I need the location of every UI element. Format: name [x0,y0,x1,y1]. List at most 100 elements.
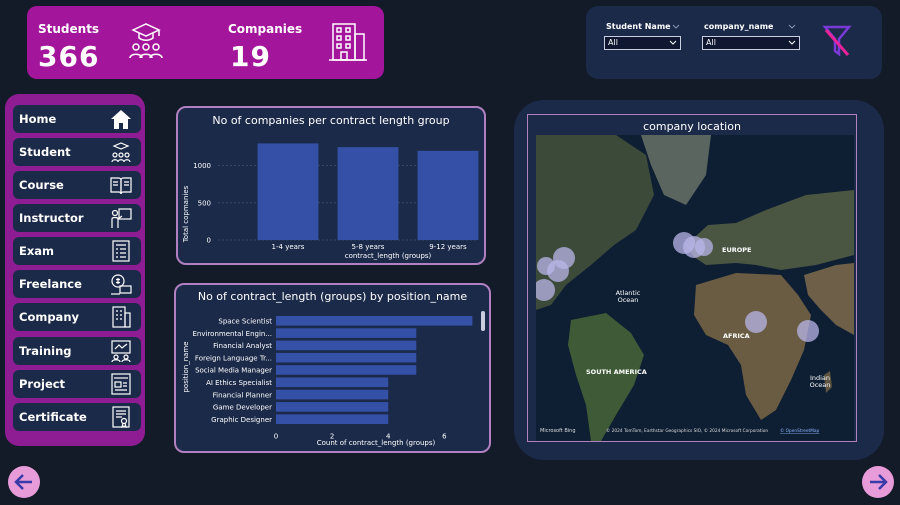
nav-item-home[interactable]: Home [13,105,141,133]
location-bubble[interactable] [745,311,767,333]
instructor-icon [111,208,132,228]
nav-item-instructor[interactable]: Instructor [13,204,141,232]
bar[interactable] [276,316,473,326]
company-name-filter-label: company_name [704,22,774,31]
y-tick-label: Space Scientist [218,318,272,326]
bar[interactable] [337,147,399,240]
y-tick-label: Social Media Manager [195,367,272,375]
nav-item-company[interactable]: Company [13,303,141,331]
nav-item-certificate[interactable]: Certificate [13,403,141,431]
bar[interactable] [276,340,417,351]
kpi-card: Students 366 Companies 19 [27,6,384,79]
bar[interactable] [276,365,417,375]
nav-item-student[interactable]: Student [13,138,141,166]
project-icon [111,373,131,395]
nav-item-label: Company [19,310,79,324]
y-tick-label: Financial Analyst [213,342,272,350]
building-icon [112,306,131,328]
training-icon [111,340,131,363]
map-card: company location EUROPE Atlantic Ocean A… [514,100,884,460]
bar[interactable] [276,352,417,363]
nav-item-freelance[interactable]: Freelance [13,270,141,298]
map-label-south-america: SOUTH AMERICA [586,368,647,376]
chevron-down-icon [788,24,796,29]
y-tick-label: Environmental Engin... [192,330,272,338]
companies-label: Companies [228,22,303,36]
nav-item-training[interactable]: Training [13,337,141,365]
bar[interactable] [276,414,389,424]
bar[interactable] [276,402,389,412]
location-bubble[interactable] [695,238,713,256]
student-icon [111,142,131,163]
x-axis-label: contract_length (groups) [345,252,432,260]
bar[interactable] [417,150,479,240]
filter-card: Student Name All company_name All [586,6,882,79]
student-name-filter-label: Student Name [606,22,671,31]
student-name-select[interactable]: All [604,36,681,50]
nav-item-label: Project [19,377,66,391]
x-axis-label: Count of contract_length (groups) [317,439,436,447]
nav-item-label: Instructor [19,211,84,225]
y-tick-label: 1000 [193,162,211,170]
x-tick-label: 9-12 years [429,243,467,251]
location-bubble[interactable] [797,320,819,342]
freelance-icon [111,274,132,295]
map-label-indian-ocean: Ocean [810,381,831,389]
nav-item-exam[interactable]: Exam [13,237,141,265]
x-tick-label: 1-4 years [272,243,305,251]
map-label-africa: AFRICA [723,332,750,340]
y-axis-label: position_name [182,341,190,392]
world-map[interactable]: EUROPE Atlantic Ocean AFRICA SOUTH AMERI… [536,135,854,441]
building-icon [329,23,367,61]
nav-item-label: Exam [19,244,55,258]
nav-item-label: Home [19,112,57,126]
x-tick-label: 6 [442,433,447,441]
sidebar-nav: Home Student Course Instructor Exam Free… [5,94,145,446]
bar[interactable] [276,328,417,338]
bar[interactable] [276,377,389,388]
graduation-cap-icon [129,23,163,59]
y-tick-label: AI Ethics Specialist [206,379,272,387]
students-label: Students [38,22,100,36]
position-bar-chart: position_name Count of contract_length (… [182,311,485,447]
contract-length-chart-panel: No of companies per contract length grou… [176,106,486,265]
chevron-down-icon [669,40,677,45]
contract-length-bar-chart: Total copmanies contract_length (groups)… [182,143,479,260]
book-icon [110,177,132,195]
students-value: 366 [38,40,100,73]
x-tick-label: 0 [274,433,278,441]
map-panel: company location EUROPE Atlantic Ocean A… [527,114,857,442]
nav-item-label: Freelance [19,277,82,291]
openstreetmap-link[interactable]: © OpenStreetMap [780,427,820,434]
bar[interactable] [276,389,389,400]
clear-filter-icon[interactable] [822,24,852,58]
position-chart-title: No of contract_length (groups) by positi… [197,290,468,303]
nav-item-label: Training [19,344,72,358]
nav-item-label: Student [19,145,71,159]
map-attribution: © 2024 TomTom, Earthstar Geographics SIO… [606,427,768,434]
y-tick-label: 500 [198,199,211,207]
nav-item-label: Course [19,178,64,192]
home-icon [111,110,131,129]
bing-logo: Microsoft Bing [540,428,576,434]
nav-item-course[interactable]: Course [13,171,141,199]
map-label-europe: EUROPE [722,246,751,254]
company-name-value: All [706,38,716,47]
company-name-select[interactable]: All [702,36,800,50]
y-tick-label: Foreign Language Tr... [195,354,272,362]
x-tick-label: 5-8 years [352,243,385,251]
location-bubble[interactable] [537,257,555,275]
companies-value: 19 [230,40,271,73]
nav-item-project[interactable]: Project [13,370,141,398]
previous-page-button[interactable] [8,466,40,498]
bar[interactable] [257,143,319,240]
map-label-atlantic-ocean: Ocean [618,296,639,304]
x-tick-label: 4 [386,433,391,441]
next-page-button[interactable] [862,466,894,498]
certificate-icon [112,406,130,429]
scrollbar[interactable] [481,311,485,331]
student-name-value: All [608,38,618,47]
exam-icon [112,240,130,262]
y-tick-label: Game Developer [213,404,272,412]
contract-length-chart-title: No of companies per contract length grou… [212,114,450,127]
